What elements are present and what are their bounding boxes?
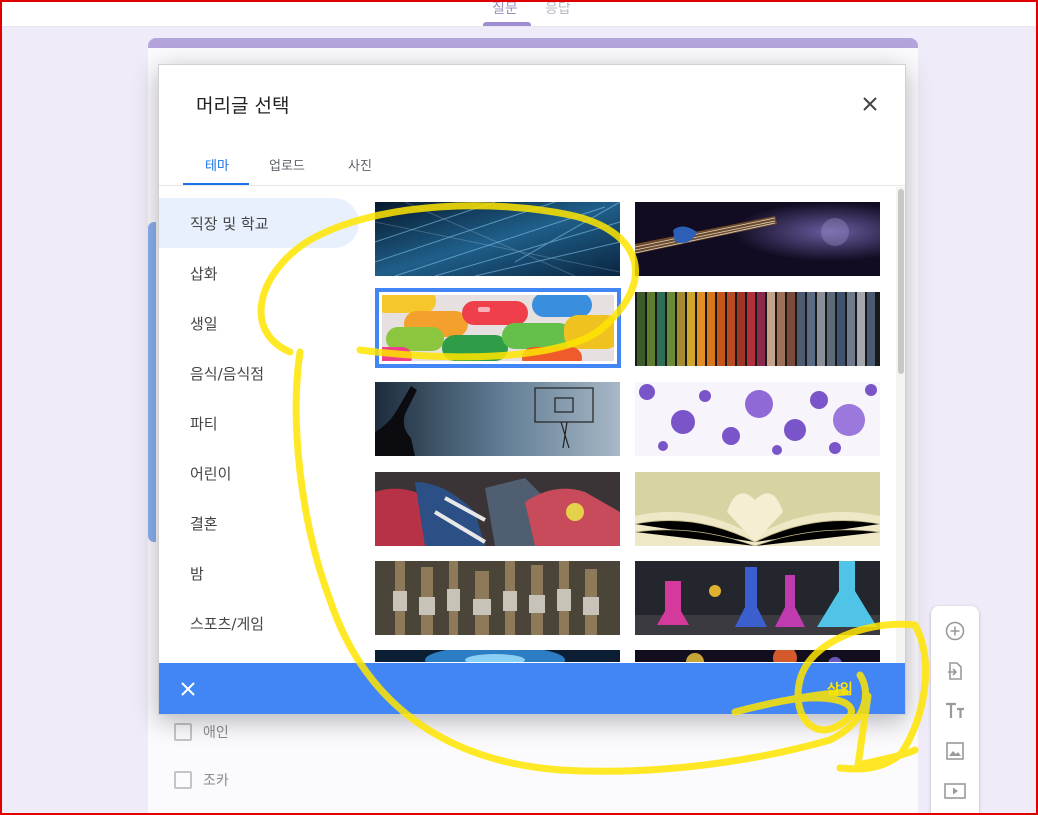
theme-thumbnail[interactable] [635,650,880,662]
checkbox-option[interactable]: 애인 [174,722,229,742]
theme-thumbnail[interactable] [375,472,620,546]
category-list: 직장 및 학교 삽화 생일 음식/음식점 파티 어린이 결혼 밤 스포츠/게임 [159,198,359,648]
theme-thumbnail[interactable] [375,561,620,635]
insert-button[interactable]: 삽입 [827,678,853,700]
theme-thumbnail[interactable] [635,472,880,546]
tab-photos[interactable]: 사진 [348,155,372,174]
tab-responses[interactable]: 응답 [545,0,571,18]
checkbox[interactable] [174,723,192,741]
category-item-night[interactable]: 밤 [159,548,359,598]
cancel-icon[interactable] [177,678,199,700]
side-toolbar [931,606,979,815]
category-item-wedding[interactable]: 결혼 [159,498,359,548]
category-item-party[interactable]: 파티 [159,398,359,448]
import-questions-icon[interactable] [943,659,967,683]
scrollbar-thumb[interactable] [898,189,904,374]
tab-themes[interactable]: 테마 [205,155,229,174]
tab-active-indicator [483,22,531,26]
add-video-icon[interactable] [943,779,967,803]
theme-thumbnail[interactable] [635,292,880,366]
theme-thumbnail[interactable] [375,288,621,368]
category-item-kids[interactable]: 어린이 [159,448,359,498]
question-focus-accent [148,222,156,542]
theme-thumbnail[interactable] [635,202,880,276]
tab-upload[interactable]: 업로드 [269,155,305,174]
theme-thumbnail[interactable] [375,382,620,456]
option-label: 조카 [203,773,229,789]
category-item-illustration[interactable]: 삽화 [159,248,359,298]
theme-thumbnail[interactable] [635,382,880,456]
category-item-food[interactable]: 음식/음식점 [159,348,359,398]
theme-thumbnail[interactable] [375,650,620,662]
theme-thumbnail[interactable] [635,561,880,635]
add-image-icon[interactable] [943,739,967,763]
close-icon[interactable] [859,93,881,115]
checkbox[interactable] [174,771,192,789]
category-item-work-school[interactable]: 직장 및 학교 [159,198,359,248]
checkbox-option[interactable]: 조카 [174,770,229,790]
category-item-birthday[interactable]: 생일 [159,298,359,348]
tab-questions[interactable]: 질문 [492,0,518,18]
header-picker-dialog: 머리글 선택 테마 업로드 사진 직장 및 학교 삽화 생일 음식/음식점 파티… [158,64,906,715]
tab-divider [159,185,905,186]
form-header: 질문 응답 [0,0,1038,27]
dialog-footer: 삽입 [159,663,905,714]
theme-image-grid [375,202,881,662]
add-title-icon[interactable] [943,699,967,723]
option-label: 애인 [203,725,229,741]
dialog-title: 머리글 선택 [196,95,290,117]
category-item-sports[interactable]: 스포츠/게임 [159,598,359,648]
theme-thumbnail[interactable] [375,202,620,276]
add-question-icon[interactable] [943,619,967,643]
